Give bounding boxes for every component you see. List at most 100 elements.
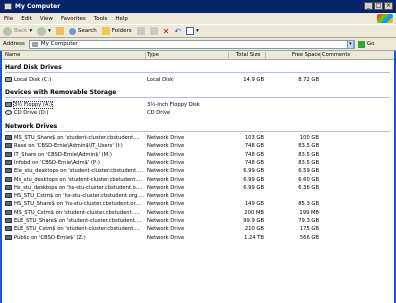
list-item[interactable]: ELE_STU_Cstm$ on 'student-cluster.cbstud… bbox=[2, 226, 394, 234]
drive-free-space: 100 GB bbox=[299, 135, 319, 141]
drive-free-space: 83.5 GB bbox=[298, 143, 319, 150]
forward-button[interactable]: ▾ bbox=[37, 26, 51, 36]
forward-dropdown-icon[interactable]: ▾ bbox=[48, 28, 51, 34]
drive-free-space: 6.60 GB bbox=[298, 176, 319, 183]
drive-free-space: 83.5 GB bbox=[298, 159, 319, 166]
menu-edit[interactable]: Edit bbox=[21, 16, 32, 22]
go-button[interactable]: Go bbox=[357, 40, 375, 48]
network-drive-icon bbox=[5, 209, 12, 215]
drive-name: ELE_STU_Cstm$ on 'student-cluster.cbstud… bbox=[14, 226, 140, 233]
drive-name: IT_Share on 'CBSD-Ernie\Admin$' (M:) bbox=[14, 151, 112, 158]
menu-file[interactable]: File bbox=[4, 16, 13, 22]
group-hard-disk-drives: Hard Disk Drives bbox=[5, 64, 62, 71]
menu-favorites[interactable]: Favorites bbox=[61, 16, 86, 22]
back-dropdown-icon[interactable]: ▾ bbox=[29, 28, 32, 34]
menu-tools[interactable]: Tools bbox=[94, 16, 108, 22]
column-header-name[interactable]: Name bbox=[5, 52, 20, 58]
undo-button[interactable]: ↶ bbox=[174, 27, 181, 36]
drive-free-space: 199 MB bbox=[299, 209, 319, 216]
list-item[interactable]: HS_STU_Cstm$ on 'hs-stu-cluster.cbstuden… bbox=[2, 193, 394, 201]
delete-button[interactable]: ✕ bbox=[163, 27, 170, 36]
search-button[interactable]: Search bbox=[68, 27, 97, 35]
column-header-free-space[interactable]: Free Space bbox=[292, 52, 320, 58]
up-folder-icon bbox=[55, 27, 64, 35]
column-header-type[interactable]: Type bbox=[147, 52, 159, 58]
go-arrow-icon bbox=[357, 40, 365, 48]
list-item[interactable]: CD Drive (D:) CD Drive bbox=[2, 110, 394, 118]
network-drive-icon bbox=[5, 143, 12, 149]
maximize-button[interactable]: □ bbox=[374, 2, 383, 10]
drive-type: Network Drive bbox=[147, 201, 185, 208]
list-item[interactable]: ELE_STU_Share$ on 'student-cluster.cbstu… bbox=[2, 218, 394, 226]
list-item[interactable]: HS_STU_Share$ on 'hs-stu-cluster.cbstude… bbox=[2, 201, 394, 209]
drive-total-size: 6.99 GB bbox=[243, 168, 264, 175]
address-bar: Address My Computer ▾ Go bbox=[0, 38, 396, 51]
drive-type: Network Drive bbox=[147, 218, 185, 224]
windows-logo-icon bbox=[377, 14, 393, 23]
list-item[interactable]: MS_STU_Share$ on 'student-cluster.cbstud… bbox=[2, 135, 394, 143]
file-list: Name Type Total Size Free Space Comments… bbox=[2, 51, 394, 303]
drive-total-size: 748 GB bbox=[244, 143, 264, 150]
drive-name: HS_STU_Cstm$ on 'hs-stu-cluster.cbstuden… bbox=[14, 193, 144, 200]
list-item[interactable]: MS_STU_Cstm$ on 'student-cluster.cbstude… bbox=[2, 209, 394, 218]
drive-total-size: 99.9 GB bbox=[243, 218, 264, 224]
network-drive-icon bbox=[5, 151, 12, 157]
drive-type: Network Drive bbox=[147, 226, 185, 233]
up-button[interactable] bbox=[55, 27, 64, 35]
undo-icon: ↶ bbox=[174, 26, 182, 36]
views-dropdown-icon[interactable]: ▾ bbox=[196, 28, 199, 34]
drive-type: Network Drive bbox=[147, 209, 185, 216]
column-header-total-size[interactable]: Total Size bbox=[236, 52, 260, 58]
network-drive-icon bbox=[5, 176, 12, 182]
list-item[interactable]: Infobd on 'CBSD-Ernie\Adm$' (P:) Network … bbox=[2, 159, 394, 168]
drive-total-size: 6.99 GB bbox=[243, 176, 264, 183]
folders-icon bbox=[101, 27, 110, 35]
list-item[interactable]: IT_Share on 'CBSD-Ernie\Admin$' (M:) Netw… bbox=[2, 151, 394, 160]
drive-total-size: 748 GB bbox=[244, 151, 264, 158]
group-divider bbox=[5, 97, 390, 98]
drive-total-size: 210 GB bbox=[244, 226, 264, 233]
list-item[interactable]: Ms_stu_desktops on 'student-cluster.cbst… bbox=[2, 176, 394, 185]
minimize-button[interactable]: _ bbox=[364, 2, 373, 10]
close-button[interactable]: × bbox=[384, 2, 393, 10]
drive-free-space: 79.3 GB bbox=[298, 218, 319, 224]
group-network-drives: Network Drives bbox=[5, 123, 58, 130]
title-bar[interactable]: My Computer _ □ × bbox=[0, 0, 396, 13]
list-item[interactable]: 3½ Floppy (A:) 3½-Inch Floppy Disk bbox=[2, 101, 394, 110]
column-header-comments[interactable]: Comments bbox=[322, 52, 350, 58]
network-drive-icon bbox=[5, 135, 12, 140]
copy-to-button[interactable] bbox=[149, 27, 158, 35]
drive-type: Network Drive bbox=[147, 176, 185, 183]
drive-type: Network Drive bbox=[147, 193, 185, 200]
list-item[interactable]: Public on 'CBSD-Ernie$' (Z:) Network Driv… bbox=[2, 234, 394, 243]
drive-total-size: 149 GB bbox=[244, 201, 264, 208]
list-item[interactable]: Rase on 'CBSD-Ernie\Admin$\IT_Users' (I:… bbox=[2, 143, 394, 151]
list-item[interactable]: Hs_stu_desktops on 'hs-stu-cluster.cbstu… bbox=[2, 184, 394, 193]
list-item[interactable]: Ele_stu_desktops on 'student-cluster.cbs… bbox=[2, 168, 394, 176]
copy-to-icon bbox=[149, 27, 158, 35]
list-item[interactable]: Local Disk (C:) Local Disk 14.9 GB 8.72 … bbox=[2, 77, 394, 85]
forward-arrow-icon bbox=[37, 26, 47, 36]
menu-view[interactable]: View bbox=[40, 16, 53, 22]
drive-name: MS_STU_Cstm$ on 'student-cluster.cbstude… bbox=[14, 209, 140, 216]
drive-free-space: 566 GB bbox=[299, 234, 319, 241]
drive-type: Network Drive bbox=[147, 168, 185, 175]
address-dropdown-icon[interactable]: ▾ bbox=[346, 39, 354, 49]
drive-type: Network Drive bbox=[147, 135, 185, 141]
folders-button[interactable]: Folders bbox=[101, 27, 132, 35]
network-drive-icon bbox=[5, 193, 12, 199]
drive-type: Network Drive bbox=[147, 184, 185, 191]
network-drive-icon bbox=[5, 184, 12, 190]
back-button[interactable]: Back ▾ bbox=[3, 26, 32, 36]
group-removable-storage: Devices with Removable Storage bbox=[5, 89, 117, 96]
network-drive-icon bbox=[5, 159, 12, 165]
move-to-button[interactable] bbox=[136, 27, 145, 35]
address-input[interactable]: My Computer bbox=[28, 39, 355, 49]
drive-free-space: 6.36 GB bbox=[298, 184, 319, 191]
views-button[interactable]: ▾ bbox=[186, 27, 199, 35]
drive-name: Public on 'CBSD-Ernie$' (Z:) bbox=[14, 234, 86, 241]
menu-help[interactable]: Help bbox=[115, 16, 128, 22]
views-icon bbox=[186, 27, 195, 35]
drive-name: ELE_STU_Share$ on 'student-cluster.cbstu… bbox=[14, 218, 142, 224]
group-divider bbox=[5, 131, 390, 132]
